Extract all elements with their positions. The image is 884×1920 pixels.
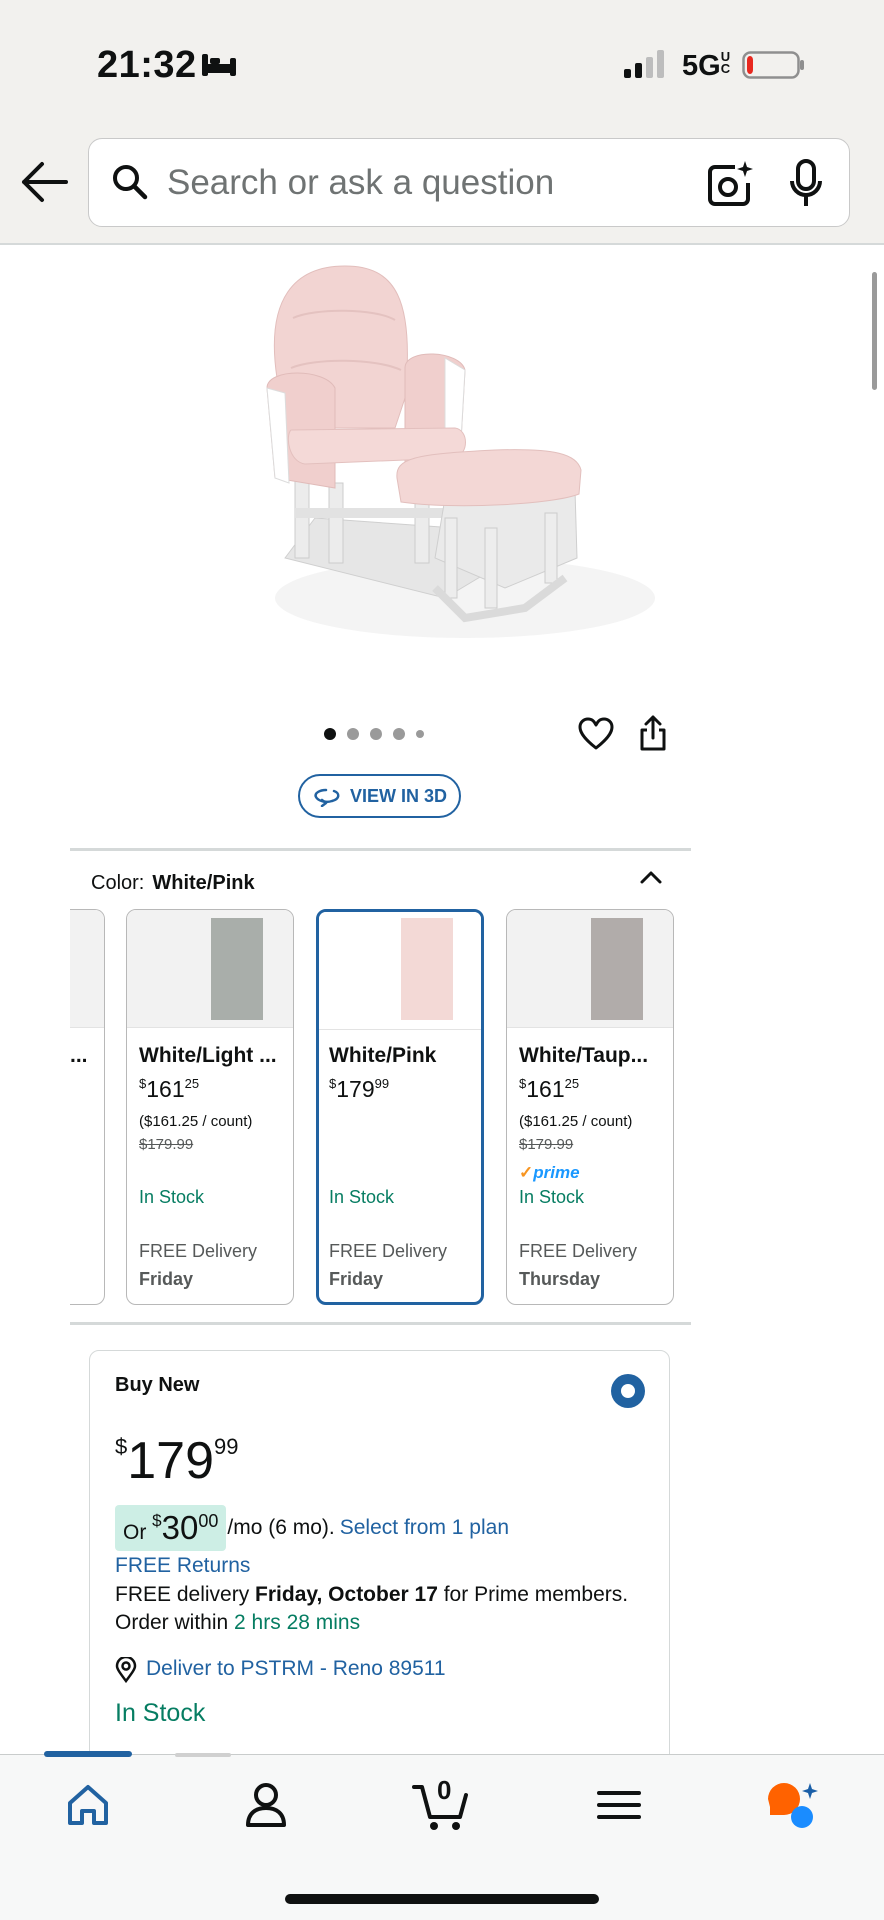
color-option-name: White/Pink bbox=[329, 1044, 437, 1067]
rufus-ai-icon[interactable] bbox=[762, 1777, 822, 1833]
delivery-label: FREE Delivery bbox=[329, 1241, 448, 1261]
color-option-price: $16125 bbox=[139, 1076, 200, 1102]
page-dot[interactable] bbox=[416, 730, 424, 738]
deliver-to-link[interactable]: Deliver to PSTRM - Reno 89511 bbox=[146, 1657, 446, 1681]
page-dot[interactable] bbox=[324, 728, 336, 740]
buy-new-radio[interactable] bbox=[611, 1374, 645, 1408]
order-within: Order within 2 hrs 28 mins bbox=[115, 1611, 361, 1634]
battery-icon bbox=[742, 51, 804, 79]
menu-icon[interactable] bbox=[589, 1777, 649, 1833]
cellular-signal-icon bbox=[624, 50, 664, 78]
chevron-up-icon[interactable] bbox=[638, 866, 664, 888]
active-tab-indicator bbox=[44, 1751, 132, 1757]
stock-status: In Stock bbox=[329, 1187, 395, 1207]
color-option-name: White/Taup... bbox=[519, 1044, 649, 1067]
installment-plan: Or $3000 /mo (6 mo). Select from 1 plan bbox=[115, 1505, 509, 1551]
location-pin-icon bbox=[115, 1657, 137, 1683]
list-price: $179.99 bbox=[139, 1136, 194, 1153]
unit-price: ($161.25 / count) bbox=[519, 1113, 633, 1130]
color-option-price: $16125 bbox=[519, 1076, 580, 1102]
search-icon bbox=[113, 165, 148, 200]
view-in-3d-button[interactable]: VIEW IN 3D bbox=[298, 774, 461, 818]
delivery-day: Friday bbox=[139, 1269, 194, 1289]
prime-check-icon: ✓ bbox=[519, 1163, 534, 1182]
image-pagination[interactable] bbox=[324, 726, 424, 742]
stock-status: In Stock bbox=[519, 1187, 585, 1207]
page-dot[interactable] bbox=[393, 728, 405, 740]
camera-lens-icon[interactable] bbox=[705, 159, 755, 209]
stock-status: In Stock bbox=[139, 1187, 205, 1207]
section-divider bbox=[70, 848, 691, 851]
fabric-swatch bbox=[211, 918, 263, 1020]
color-option-name: White/Light ... bbox=[139, 1044, 277, 1067]
select-plan-link[interactable]: Select from 1 plan bbox=[340, 1516, 509, 1540]
prime-badge: ✓prime bbox=[519, 1163, 580, 1182]
home-icon[interactable] bbox=[58, 1777, 118, 1833]
unit-price: ($161.25 / count) bbox=[139, 1113, 253, 1130]
home-indicator bbox=[285, 1894, 599, 1904]
free-returns-link[interactable]: FREE Returns bbox=[115, 1554, 250, 1578]
account-icon[interactable] bbox=[236, 1777, 296, 1833]
cart-count: 0 bbox=[437, 1775, 452, 1805]
installment-badge: Or $3000 bbox=[115, 1505, 227, 1551]
status-time: 21:32 bbox=[97, 44, 197, 86]
color-thumbnail bbox=[507, 910, 673, 1028]
fabric-swatch bbox=[401, 918, 453, 1020]
tab-indicator-track bbox=[175, 1753, 231, 1757]
color-option-white-pink[interactable]: White/Pink $17999 In Stock FREE Delivery… bbox=[316, 909, 484, 1305]
sleep-focus-icon bbox=[202, 54, 236, 76]
page-dot[interactable] bbox=[370, 728, 382, 740]
color-option-name: ... bbox=[70, 1044, 88, 1067]
heart-icon[interactable] bbox=[578, 717, 614, 751]
network-type: 5GUC bbox=[682, 49, 731, 82]
delivery-day: Friday bbox=[329, 1269, 384, 1289]
delivery-label: FREE Delivery bbox=[519, 1241, 638, 1261]
color-thumbnail bbox=[127, 910, 293, 1028]
microphone-icon[interactable] bbox=[789, 159, 823, 209]
product-image[interactable] bbox=[255, 258, 675, 678]
color-option-white-light[interactable]: White/Light ... $16125 ($161.25 / count)… bbox=[126, 909, 294, 1305]
color-option-price: $17999 bbox=[329, 1076, 390, 1102]
back-arrow-icon[interactable] bbox=[18, 160, 70, 204]
share-icon[interactable] bbox=[638, 714, 668, 752]
page-dot[interactable] bbox=[347, 728, 359, 740]
view-in-3d-label: VIEW IN 3D bbox=[349, 785, 447, 806]
search-placeholder[interactable]: Search or ask a question bbox=[167, 163, 554, 203]
color-thumbnail bbox=[70, 910, 104, 1028]
rotate-3d-icon bbox=[314, 788, 340, 807]
list-price: $179.99 bbox=[519, 1136, 574, 1153]
delivery-day: Thursday bbox=[519, 1269, 601, 1289]
color-thumbnail bbox=[319, 912, 481, 1030]
installment-terms: /mo (6 mo). bbox=[227, 1516, 335, 1539]
delivery-info: FREE delivery Friday, October 17 for Pri… bbox=[115, 1583, 629, 1606]
stock-status: In Stock bbox=[115, 1699, 206, 1727]
color-label: Color: White/Pink bbox=[91, 872, 255, 894]
selected-color: White/Pink bbox=[152, 872, 255, 894]
scrollbar[interactable] bbox=[872, 272, 877, 390]
color-option-white-taupe[interactable]: White/Taup... $16125 ($161.25 / count) $… bbox=[506, 909, 674, 1305]
fabric-swatch bbox=[591, 918, 643, 1020]
buy-new-title: Buy New bbox=[115, 1374, 200, 1396]
header-divider bbox=[0, 243, 884, 245]
search-bar[interactable]: Search or ask a question bbox=[88, 138, 850, 227]
color-option-partial[interactable]: ... bbox=[70, 909, 105, 1305]
section-divider bbox=[70, 1322, 691, 1325]
main-price: $17999 bbox=[115, 1432, 239, 1490]
header: 21:32 5GUC Search or ask a question bbox=[0, 0, 884, 243]
delivery-label: FREE Delivery bbox=[139, 1241, 258, 1261]
